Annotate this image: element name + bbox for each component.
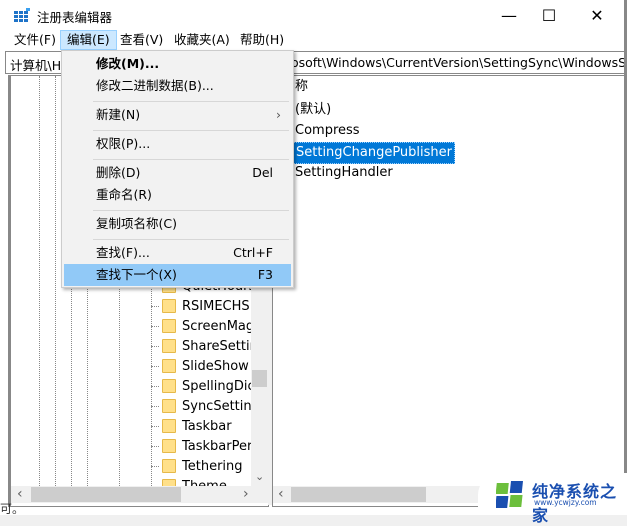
folder-icon: [162, 359, 176, 373]
menu-separator: [93, 130, 289, 131]
folder-icon: [162, 299, 176, 313]
address-path: osoft\Windows\CurrentVersion\SettingSync…: [291, 55, 626, 70]
watermark: 纯净系统之家 www.ycwjzy.com: [478, 473, 627, 525]
scroll-right-icon[interactable]: ›: [243, 486, 249, 502]
menu-file[interactable]: 文件(F): [8, 30, 62, 50]
menu-item-copy-key-name[interactable]: 复制项名称(C): [64, 213, 291, 235]
close-button[interactable]: ✕: [574, 0, 620, 30]
scroll-down-icon[interactable]: ⌄: [255, 470, 264, 483]
menu-item-delete[interactable]: 删除(D) Del: [64, 162, 291, 184]
watermark-logo-icon: [496, 481, 523, 508]
close-icon: ✕: [590, 5, 604, 25]
address-prefix: 计算机\H: [10, 58, 62, 73]
menu-item-permissions[interactable]: 权限(P)...: [64, 133, 291, 155]
menu-separator: [93, 239, 289, 240]
value-row[interactable]: SettingHandler: [295, 163, 393, 183]
tree-item[interactable]: SpellingDicti: [151, 376, 263, 396]
edit-menu-dropdown: 修改(M)... 修改二进制数据(B)... 新建(N) › 权限(P)... 删…: [61, 50, 294, 288]
menu-item-modify-binary[interactable]: 修改二进制数据(B)...: [64, 75, 291, 97]
folder-icon: [162, 419, 176, 433]
maximize-icon: ☐: [541, 5, 557, 25]
column-header-name[interactable]: 称: [295, 77, 308, 97]
tree-horizontal-scrollbar[interactable]: ‹ ›: [11, 486, 268, 503]
scroll-left-icon[interactable]: ‹: [278, 486, 284, 502]
folder-icon: [162, 439, 176, 453]
folder-icon: [162, 319, 176, 333]
tree-item[interactable]: ScreenMagr: [151, 316, 259, 336]
tree-item[interactable]: RSIMECHS: [151, 296, 250, 316]
menu-separator: [93, 159, 289, 160]
tree-item[interactable]: SyncSettings: [151, 396, 267, 416]
tree-hscroll-thumb[interactable]: [31, 487, 181, 502]
tree-vscroll-thumb[interactable]: [252, 370, 267, 387]
folder-icon: [162, 459, 176, 473]
values-pane[interactable]: 称 (默认) Compress SettingChangePublisher S…: [272, 75, 626, 507]
maximize-button[interactable]: ☐: [526, 0, 572, 30]
footer-text-fragment: 可。: [0, 502, 25, 516]
menu-bar: 文件(F) 编辑(E) 查看(V) 收藏夹(A) 帮助(H): [0, 30, 624, 50]
menu-favorites[interactable]: 收藏夹(A): [168, 30, 236, 50]
folder-icon: [162, 339, 176, 353]
menu-item-rename[interactable]: 重命名(R): [64, 184, 291, 206]
values-hscroll-thumb[interactable]: [291, 487, 426, 502]
menu-separator: [93, 101, 289, 102]
submenu-arrow-icon: ›: [276, 107, 281, 122]
tree-item[interactable]: TaskbarPers: [151, 436, 259, 456]
window-title: 注册表编辑器: [37, 10, 113, 25]
value-row[interactable]: (默认): [295, 100, 331, 120]
value-row-selected[interactable]: SettingChangePublisher: [293, 142, 455, 164]
folder-icon: [162, 379, 176, 393]
menu-help[interactable]: 帮助(H): [234, 30, 290, 50]
registry-editor-icon: [14, 8, 30, 22]
menu-item-find[interactable]: 查找(F)... Ctrl+F: [64, 242, 291, 264]
title-bar: 注册表编辑器 — ☐ ✕: [0, 0, 624, 30]
menu-item-find-next[interactable]: 查找下一个(X) F3: [64, 264, 291, 286]
tree-item[interactable]: Tethering: [151, 456, 243, 476]
tree-item[interactable]: Taskbar: [151, 416, 232, 436]
folder-icon: [162, 399, 176, 413]
menu-item-new[interactable]: 新建(N) ›: [64, 104, 291, 126]
watermark-url: www.ycwjzy.com: [534, 498, 597, 507]
menu-item-modify[interactable]: 修改(M)...: [64, 53, 291, 75]
tree-item[interactable]: SlideShow: [151, 356, 249, 376]
minimize-icon: —: [501, 5, 517, 25]
menu-separator: [93, 210, 289, 211]
tree-item[interactable]: ShareSetting: [151, 336, 266, 356]
menu-edit[interactable]: 编辑(E): [60, 30, 117, 50]
menu-view[interactable]: 查看(V): [114, 30, 169, 50]
value-row[interactable]: Compress: [295, 121, 360, 141]
